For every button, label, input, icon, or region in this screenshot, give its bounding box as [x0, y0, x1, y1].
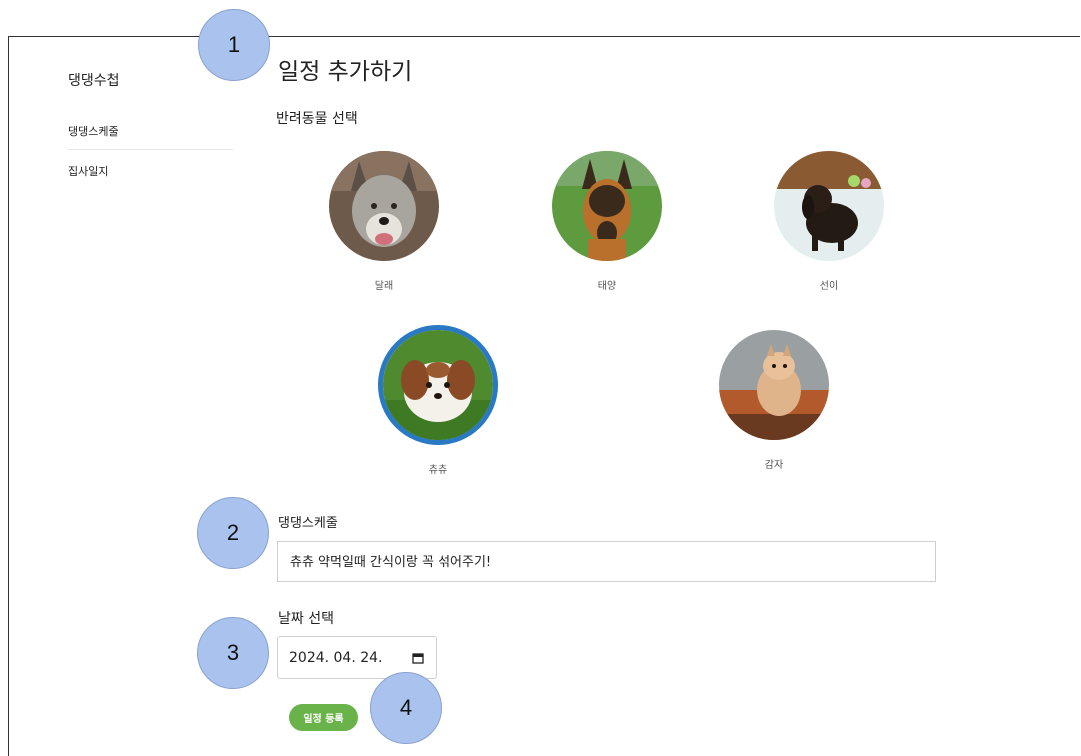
pet-card-suni[interactable]: 선이 — [749, 151, 909, 292]
pet-name: 달래 — [374, 281, 394, 292]
pet-name: 선이 — [819, 281, 839, 292]
pet-name: 태양 — [597, 281, 617, 292]
pet-photo-chuchu — [383, 330, 493, 440]
submit-schedule-button[interactable]: 일정 등록 — [289, 704, 358, 731]
page-title: 일정 추가하기 — [278, 59, 413, 85]
calendar-icon[interactable] — [412, 652, 424, 664]
pet-avatar — [329, 151, 439, 261]
pet-avatar — [719, 330, 829, 440]
date-value: 2024. 04. 24. — [289, 649, 383, 666]
pet-photo-dallae — [329, 151, 439, 261]
brand-title: 댕댕수첩 — [68, 73, 120, 89]
callout-marker-4: 4 — [370, 672, 442, 744]
schedule-input[interactable]: 츄츄 약먹일때 간식이랑 꼭 섞어주기! — [277, 541, 936, 582]
schedule-label: 댕댕스케줄 — [278, 516, 338, 531]
pet-avatar — [552, 151, 662, 261]
pet-photo-gamja — [719, 330, 829, 440]
date-label: 날짜 선택 — [278, 611, 334, 627]
callout-marker-2: 2 — [197, 497, 269, 569]
pet-photo-suni — [774, 151, 884, 261]
pet-photo-taeyang — [552, 151, 662, 261]
sidebar: 댕댕수첩 댕댕스케줄 집사일지 — [68, 70, 233, 189]
sidebar-item-diary[interactable]: 집사일지 — [68, 160, 233, 189]
pet-name: 츄츄 — [428, 465, 448, 476]
pet-avatar — [774, 151, 884, 261]
pet-card-gamja[interactable]: 감자 — [694, 330, 854, 471]
pet-card-dallae[interactable]: 달래 — [304, 151, 464, 292]
callout-marker-3: 3 — [197, 617, 269, 689]
callout-marker-1: 1 — [198, 9, 270, 81]
pet-card-chuchu[interactable]: 츄츄 — [358, 325, 518, 476]
sidebar-item-schedule[interactable]: 댕댕스케줄 — [68, 120, 233, 150]
pet-card-taeyang[interactable]: 태양 — [527, 151, 687, 292]
pet-avatar-selected — [378, 325, 498, 445]
pet-name: 감자 — [764, 460, 784, 471]
pet-section-label: 반려동물 선택 — [276, 111, 358, 127]
